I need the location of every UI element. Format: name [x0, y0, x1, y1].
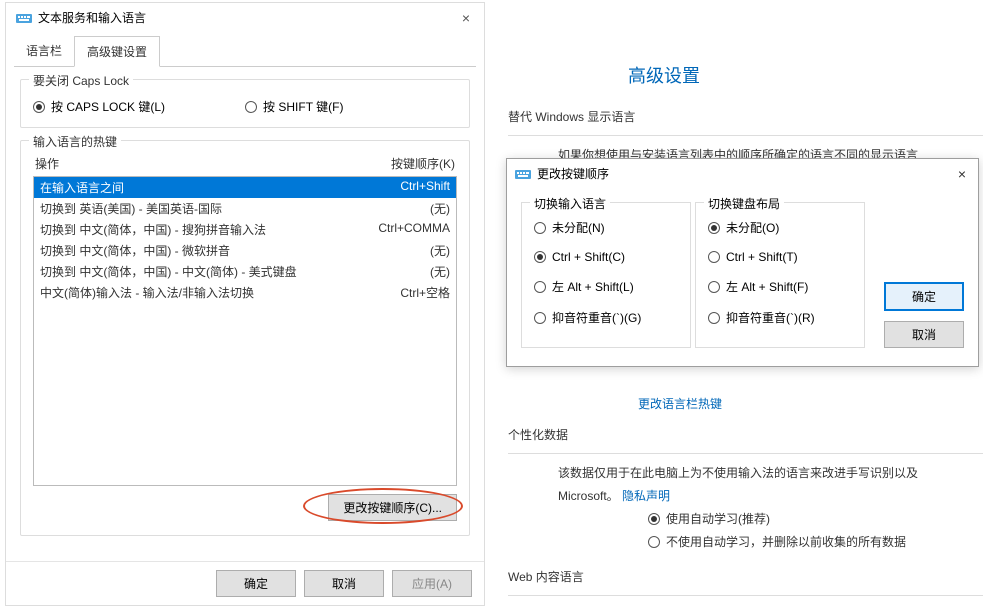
- radio-unassigned-o[interactable]: 未分配(O): [708, 219, 852, 236]
- radio-dot-icon: [534, 251, 546, 263]
- tab-bar: 语言栏 高级键设置: [14, 36, 476, 67]
- modal-titlebar: 更改按键顺序 ×: [507, 159, 978, 188]
- group-title: 切换键盘布局: [704, 195, 784, 212]
- col-header-key: 按键顺序(K): [391, 155, 455, 172]
- close-icon[interactable]: ×: [458, 10, 474, 26]
- personal-text-1: 该数据仅用于在此电脑上为不使用输入法的语言来改进手写识别以及: [558, 464, 983, 481]
- radio-dot-icon: [708, 251, 720, 263]
- dialog-footer: 确定 取消 应用(A): [6, 561, 484, 605]
- radio-dot-icon: [534, 222, 546, 234]
- section-display-lang-title: 替代 Windows 显示语言: [508, 108, 983, 125]
- section-hotkeys-title: 输入语言的热键: [29, 133, 121, 150]
- ok-button[interactable]: 确定: [216, 570, 296, 597]
- list-item[interactable]: 中文(简体)输入法 - 输入法/非输入法切换 Ctrl+空格: [34, 282, 456, 303]
- section-hotkeys: 输入语言的热键 操作 按键顺序(K) 在输入语言之间 Ctrl+Shift 切换…: [20, 140, 470, 536]
- radio-caps-lock-key[interactable]: 按 CAPS LOCK 键(L): [33, 98, 165, 115]
- radio-unassigned-n[interactable]: 未分配(N): [534, 219, 678, 236]
- radio-dot-icon: [245, 101, 257, 113]
- dialog-text-services: 文本服务和输入语言 × 语言栏 高级键设置 要关闭 Caps Lock 按 CA…: [5, 2, 485, 606]
- dialog-change-key-sequence: 更改按键顺序 × 切换输入语言 未分配(N) Ctrl + Shift(C) 左…: [506, 158, 979, 367]
- ok-button[interactable]: 确定: [884, 282, 964, 311]
- group-switch-keyboard-layout: 切换键盘布局 未分配(O) Ctrl + Shift(T) 左 Alt + Sh…: [695, 202, 865, 348]
- dialog-title-text: 文本服务和输入语言: [38, 9, 146, 26]
- radio-auto-learn-off[interactable]: 不使用自动学习，并删除以前收集的所有数据: [648, 533, 983, 550]
- radio-lalt-shift-l[interactable]: 左 Alt + Shift(L): [534, 278, 678, 295]
- radio-dot-icon: [648, 536, 660, 548]
- change-key-sequence-button[interactable]: 更改按键顺序(C)...: [328, 494, 457, 521]
- page-heading: 高级设置: [628, 62, 983, 88]
- personal-text-2: Microsoft。 隐私声明: [558, 487, 983, 504]
- hotkey-list[interactable]: 在输入语言之间 Ctrl+Shift 切换到 英语(美国) - 美国英语-国际 …: [33, 176, 457, 486]
- group-switch-input-language: 切换输入语言 未分配(N) Ctrl + Shift(C) 左 Alt + Sh…: [521, 202, 691, 348]
- radio-ctrl-shift-c[interactable]: Ctrl + Shift(C): [534, 250, 678, 264]
- cancel-button[interactable]: 取消: [884, 321, 964, 348]
- radio-dot-icon: [33, 101, 45, 113]
- close-icon[interactable]: ×: [954, 166, 970, 182]
- apply-button[interactable]: 应用(A): [392, 570, 472, 597]
- divider: [508, 453, 983, 454]
- section-personal-title: 个性化数据: [508, 426, 983, 443]
- radio-ctrl-shift-t[interactable]: Ctrl + Shift(T): [708, 250, 852, 264]
- radio-grave-g[interactable]: 抑音符重音(`)(G): [534, 309, 678, 326]
- dialog-titlebar: 文本服务和输入语言 ×: [6, 3, 484, 32]
- section-web-title: Web 内容语言: [508, 568, 983, 585]
- tab-language-bar[interactable]: 语言栏: [14, 36, 74, 66]
- divider: [508, 595, 983, 596]
- radio-dot-icon: [708, 281, 720, 293]
- divider: [508, 135, 983, 136]
- section-caps-title: 要关闭 Caps Lock: [29, 72, 133, 89]
- radio-dot-icon: [708, 312, 720, 324]
- list-item[interactable]: 切换到 中文(简体，中国) - 微软拼音 (无): [34, 240, 456, 261]
- group-title: 切换输入语言: [530, 195, 610, 212]
- keyboard-icon: [515, 168, 531, 180]
- modal-title-text: 更改按键顺序: [537, 165, 609, 182]
- radio-dot-icon: [708, 222, 720, 234]
- radio-dot-icon: [534, 312, 546, 324]
- section-caps-lock: 要关闭 Caps Lock 按 CAPS LOCK 键(L) 按 SHIFT 键…: [20, 79, 470, 128]
- list-item[interactable]: 切换到 中文(简体，中国) - 搜狗拼音输入法 Ctrl+COMMA: [34, 219, 456, 240]
- col-header-operation: 操作: [35, 155, 391, 172]
- list-item[interactable]: 在输入语言之间 Ctrl+Shift: [34, 177, 456, 198]
- list-item[interactable]: 切换到 英语(美国) - 美国英语-国际 (无): [34, 198, 456, 219]
- radio-dot-icon: [648, 513, 660, 525]
- radio-auto-learn-on[interactable]: 使用自动学习(推荐): [648, 510, 983, 527]
- link-change-langbar-hotkey[interactable]: 更改语言栏热键: [638, 395, 983, 412]
- radio-lalt-shift-f[interactable]: 左 Alt + Shift(F): [708, 278, 852, 295]
- list-item[interactable]: 切换到 中文(简体，中国) - 中文(简体) - 美式键盘 (无): [34, 261, 456, 282]
- tab-advanced-key[interactable]: 高级键设置: [74, 36, 160, 67]
- radio-grave-r[interactable]: 抑音符重音(`)(R): [708, 309, 852, 326]
- link-privacy[interactable]: 隐私声明: [622, 489, 670, 503]
- cancel-button[interactable]: 取消: [304, 570, 384, 597]
- radio-shift-key[interactable]: 按 SHIFT 键(F): [245, 98, 343, 115]
- radio-dot-icon: [534, 281, 546, 293]
- list-header: 操作 按键顺序(K): [33, 151, 457, 176]
- keyboard-icon: [16, 12, 32, 24]
